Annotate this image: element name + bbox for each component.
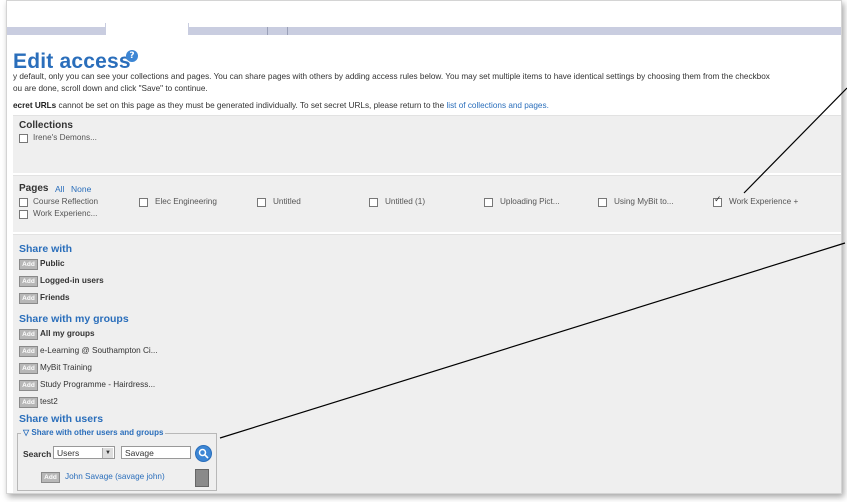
add-button[interactable]: Add [19, 397, 38, 408]
page-label: Work Experience + [729, 197, 799, 206]
add-button[interactable]: Add [19, 259, 38, 270]
share-option-label: Logged-in users [40, 276, 104, 285]
page-checkbox-work-experienc[interactable] [19, 210, 28, 219]
group-label: e-Learning @ Southampton Ci... [40, 346, 158, 355]
page-label: Work Experienc... [33, 209, 98, 218]
user-result-label[interactable]: John Savage (savage john) [65, 472, 165, 481]
secret-urls-label: ecret URLs [13, 101, 57, 110]
collections-title: Collections [19, 120, 73, 131]
pages-title: Pages [19, 183, 49, 194]
tab-separator [267, 27, 268, 35]
add-button[interactable]: Add [19, 276, 38, 287]
group-label: All my groups [40, 329, 95, 338]
share-groups-title: Share with my groups [19, 313, 129, 325]
pages-panel: Pages All None Course Reflection Elec En… [13, 175, 841, 232]
add-button[interactable]: Add [19, 346, 38, 357]
page-label: Untitled [273, 197, 301, 206]
group-label: Study Programme - Hairdress... [40, 380, 156, 389]
screenshot-frame: Edit access ? y default, only you can se… [6, 0, 842, 494]
share-users-title: Share with users [19, 413, 104, 425]
add-button[interactable]: Add [19, 293, 38, 304]
page-label: Untitled (1) [385, 197, 426, 206]
chevron-down-icon: ▼ [102, 448, 113, 458]
share-with-title: Share with [19, 243, 73, 255]
page-label: Uploading Pict... [500, 197, 560, 206]
page-checkbox-untitled-1[interactable] [369, 198, 378, 207]
tab-separator [287, 27, 288, 35]
add-user-button[interactable]: Add [41, 472, 60, 483]
avatar-icon [195, 469, 209, 487]
add-button[interactable]: Add [19, 329, 38, 340]
collection-label: Irene's Demons... [33, 133, 97, 142]
add-button[interactable]: Add [19, 380, 38, 391]
collections-panel: Collections Irene's Demons... [13, 115, 841, 173]
collections-pages-link[interactable]: list of collections and pages. [446, 101, 548, 110]
search-label: Search [23, 449, 52, 459]
search-type-value: Users [57, 448, 80, 458]
collection-checkbox[interactable] [19, 134, 28, 143]
search-button[interactable] [195, 445, 212, 462]
page-label: Elec Engineering [155, 197, 217, 206]
share-option-label: Friends [40, 293, 70, 302]
search-input[interactable]: Savage [121, 446, 191, 459]
search-type-select[interactable]: Users ▼ [53, 446, 115, 459]
page-checkbox-untitled[interactable] [257, 198, 266, 207]
tab-active[interactable] [105, 23, 189, 35]
share-option-label: Public [40, 259, 65, 268]
info-icon[interactable]: ? [126, 50, 138, 62]
group-label: MyBit Training [40, 363, 92, 372]
description-line-2: ou are done, scroll down and click "Save… [13, 84, 208, 93]
secret-urls-note: ecret URLs cannot be set on this page as… [13, 101, 549, 110]
secret-urls-text: cannot be set on this page as they must … [56, 101, 447, 110]
page-title: Edit access [13, 50, 131, 73]
group-label: test2 [40, 397, 58, 406]
select-none-link[interactable]: None [71, 184, 91, 194]
page-label: Course Reflection [33, 197, 99, 206]
search-icon [198, 448, 209, 459]
add-button[interactable]: Add [19, 363, 38, 374]
description-line-1: y default, only you can see your collect… [13, 72, 770, 81]
page-checkbox-elec-engineering[interactable] [139, 198, 148, 207]
page-checkbox-course-reflection[interactable] [19, 198, 28, 207]
page-checkbox-uploading-pict[interactable] [484, 198, 493, 207]
select-all-link[interactable]: All [55, 184, 64, 194]
legend-label: Share with other users and groups [31, 428, 164, 437]
page-checkbox-work-experience[interactable] [713, 195, 722, 207]
page-checkbox-using-mybit[interactable] [598, 198, 607, 207]
user-search-legend[interactable]: ▽ Share with other users and groups [21, 428, 166, 437]
page-label: Using MyBit to... [614, 197, 674, 206]
